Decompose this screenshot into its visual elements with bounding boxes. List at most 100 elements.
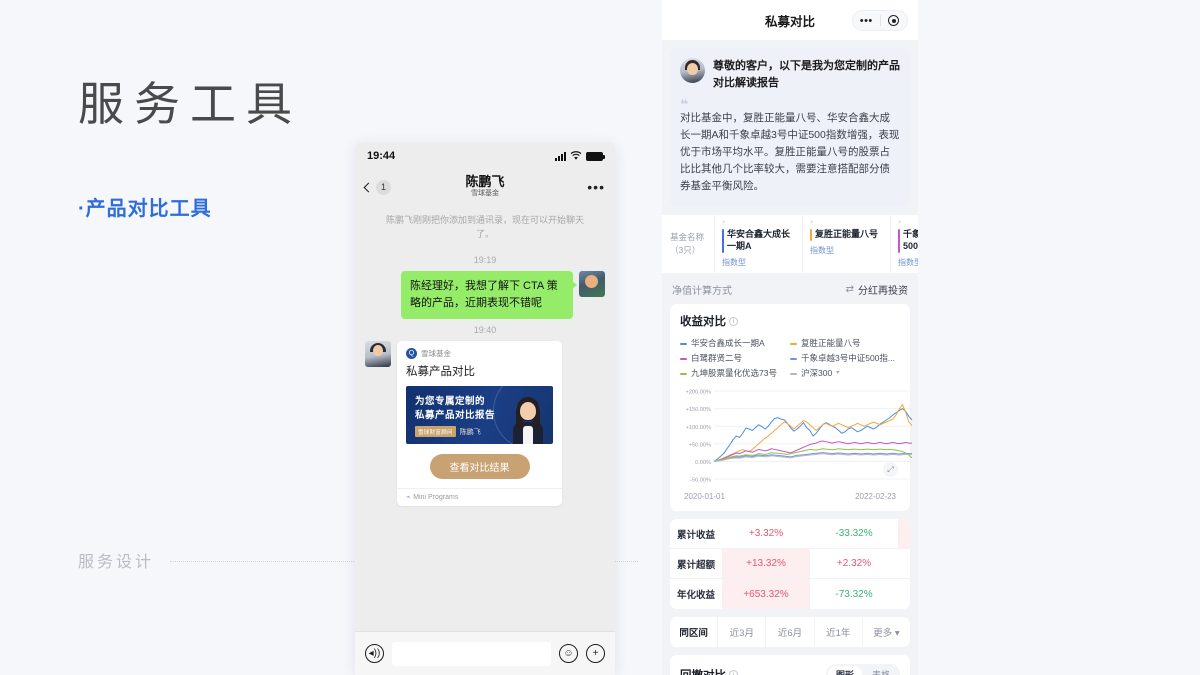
fund-chip[interactable]: ⌕ 复胜正能量八号 指数型 [802,215,890,273]
svg-text:+200.00%: +200.00% [686,390,711,396]
legend-item[interactable]: 沪深300 ▾ [790,366,900,381]
fund-chip-name: 华安合鑫大成长一期A [727,229,791,251]
emoji-icon[interactable]: ☺ [559,644,578,663]
legend-item[interactable]: 千象卓越3号中证500指... [790,351,900,366]
legend-item[interactable]: 华安合鑫成长一期A [680,336,790,351]
fund-chip-name-row: 千象卓越3号中证500指数增强 [898,228,918,253]
fund-chip[interactable]: ⌕ 千象卓越3号中证500指数增强 指数型 [890,215,918,273]
advisor-intro-body: 对比基金中，复胜正能量八号、华安合鑫大成长一期A和千象卓越3号中证500指数增强… [680,112,900,192]
timestamp-second: 19:40 [473,325,497,335]
banner-line-1: 为您专属定制的 [415,396,486,407]
mini-program-brand: 雪球基金 [421,349,451,358]
fund-chips-row[interactable]: 基金名称 （3只） ⌕ 华安合鑫大成长一期A 指数型 ⌕ 复胜正能量八号 指数型 [662,215,918,273]
table-cell: +2.32% [836,558,872,569]
legend-label: 白鹭群贤二号 [691,353,743,363]
legend-label: 千象卓越3号中证500指... [801,353,895,363]
more-dots-icon[interactable]: ••• [853,15,880,26]
drawdown-card-title: 回撤对比 i [680,667,738,675]
nav-calc-row: 净值计算方式 ⇄ 分红再投资 [662,273,918,304]
plus-icon[interactable]: + [586,644,605,663]
info-icon[interactable]: i [729,670,738,675]
status-bar: 19:44 [355,143,615,169]
mini-program-icon: ⌁ [406,494,411,501]
drawdown-card: 回撤对比 i 图形 表格 天弘上证50指数C 华夏国证半导体芯片ETF... 汇… [670,655,910,675]
tab-same-period[interactable]: 同区间 [670,617,719,647]
unread-badge: 1 [376,179,391,195]
fund-chips-label: 基金名称 （3只） [662,215,714,273]
x-tick-start: 2020-01-01 [684,492,725,501]
status-badge: 雪球财富顾问 [415,426,456,437]
mini-program-cta-wrap: 查看对比结果 [397,444,562,488]
tab-more[interactable]: 更多 ▾ [863,617,910,647]
banner-line-2: 私募产品对比报告 [415,410,496,421]
legend-label: 沪深300 [801,368,833,378]
system-message: 陈鹏飞刚刚把你添加到通讯录，现在可以开始聊天了。 [385,215,584,239]
table-cell: -73.32% [835,588,873,600]
tab-3m[interactable]: 近3月 [718,617,767,647]
chevron-down-icon[interactable]: ▾ [836,366,839,381]
pin-icon[interactable]: ⌕ [810,219,883,227]
toggle-table-view[interactable]: 表格 [864,666,898,675]
table-cell [898,519,910,548]
pin-icon[interactable]: ⌕ [722,219,795,227]
chat-input-bar: ◂)) ☺ + [355,631,615,675]
tab-1y[interactable]: 近1年 [815,617,863,647]
legend-item[interactable]: 白鹭群贤二号 [680,351,790,366]
x-tick-end: 2022-02-23 [855,492,896,501]
target-circle-icon[interactable] [881,15,908,26]
view-comparison-button[interactable]: 查看对比结果 [429,454,530,479]
svg-text:+100.00%: +100.00% [686,425,711,431]
toggle-chart-view[interactable]: 图形 [827,666,862,675]
more-dots-icon[interactable]: ••• [587,180,605,194]
signal-bars-icon [555,151,566,161]
table-row: 累计超额 +13.32% +2.32% [670,549,910,579]
advisor-avatar [680,58,705,83]
table-cell: +3.32% [748,528,784,539]
outgoing-message-bubble[interactable]: 陈经理好，我想了解下 CTA 策略的产品，近期表现不错呢 [401,271,577,319]
mini-app-navbar: 私募对比 ••• [662,0,918,40]
nav-calc-value-wrap[interactable]: ⇄ 分红再投资 [846,282,908,297]
swap-icon: ⇄ [845,284,854,295]
legend-item[interactable]: 九坤股票量化优选73号 [680,366,790,381]
fund-chip-name-row: 华安合鑫大成长一期A [722,228,795,253]
nav-calc-value: 分红再投资 [858,286,908,297]
info-icon[interactable]: i [729,316,738,326]
return-card-title-text: 收益对比 [680,316,726,328]
mini-program-footer-label: Mini Programs [413,493,459,501]
fund-chip[interactable]: ⌕ 华安合鑫大成长一期A 指数型 [714,215,802,273]
return-chart-svg: +200.00% +150.00% +100.00% +50.00% 0.00% -50.… [686,390,913,484]
drawdown-view-toggle: 图形 表格 [825,664,900,675]
avatar[interactable] [365,341,391,367]
return-card-header: 收益对比 i [680,313,900,329]
legend-label: 华安合鑫成长一期A [691,338,765,348]
legend-label: 九坤股票量化优选73号 [691,368,777,378]
return-chart[interactable]: +200.00% +150.00% +100.00% +50.00% 0.00% -50.… [680,387,913,491]
footer-label: 服务设计 [78,554,155,571]
svg-text:0.00%: 0.00% [695,460,711,466]
pin-icon[interactable]: ⌕ [898,219,918,227]
chat-scroll-area[interactable]: 陈鹏飞刚刚把你添加到通讯录，现在可以开始聊天了。 19:19 陈经理好，我想了解… [355,205,615,631]
fund-chip-tag: 指数型 [898,258,918,267]
mini-program-card[interactable]: Q 雪球基金 私募产品对比 为您专属定制的 私募产品对比报告 雪球财富顾问 陈鹏… [397,341,562,506]
page-title: 服务工具 [78,78,302,130]
svg-text:+150.00%: +150.00% [686,407,711,413]
voice-icon[interactable]: ◂)) [365,644,384,663]
status-icons [555,151,605,161]
message-row-outgoing: 陈经理好，我想了解下 CTA 策略的产品，近期表现不错呢 [365,271,605,319]
table-cell [898,549,910,578]
mini-program-panel: 私募对比 ••• 尊敬的客户，以下是我为您定制的产品对比解读报告 ❝ 对比基金中… [662,0,918,675]
fund-chips-label-line2: （3只） [670,245,701,255]
table-cell: -33.32% [835,528,873,539]
legend-item[interactable]: 复胜正能量八号 [790,336,900,351]
expand-icon[interactable]: ⤢ [883,462,898,477]
avatar[interactable] [579,271,605,297]
quote-mark-icon: ❝ [680,96,689,112]
tab-6m[interactable]: 近6月 [766,617,815,647]
mini-program-card-title: 私募产品对比 [406,366,475,378]
fund-chip-tag: 指数型 [722,258,746,267]
advisor-intro-header: 尊敬的客户，以下是我为您定制的产品对比解读报告 [680,58,900,92]
chat-contact-name: 陈鹏飞 [465,174,505,189]
chat-text-input[interactable] [392,641,551,666]
back-button[interactable]: 1 [363,179,391,195]
status-time: 19:44 [367,150,396,162]
